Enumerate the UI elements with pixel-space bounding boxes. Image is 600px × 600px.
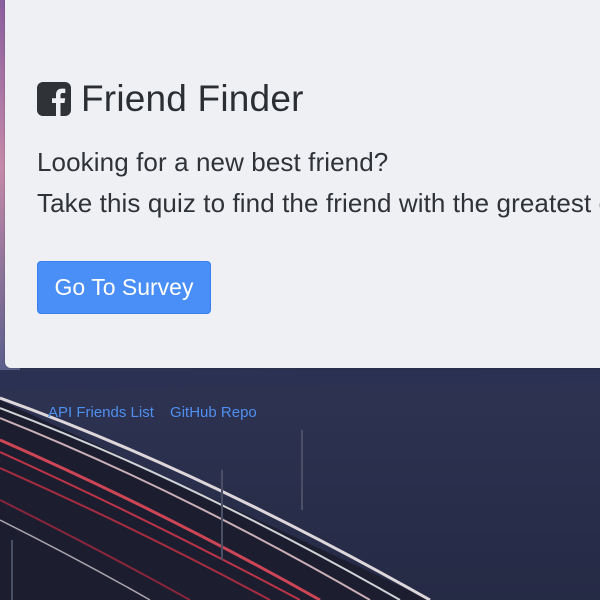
intro-description: Take this quiz to find the friend with t… <box>37 188 600 218</box>
brand-header: Friend Finder <box>37 78 304 120</box>
footer-links: API Friends List GitHub Repo <box>48 404 269 421</box>
go-to-survey-button[interactable]: Go To Survey <box>37 261 211 314</box>
page: Friend Finder Looking for a new best fri… <box>0 0 600 600</box>
api-friends-list-link[interactable]: API Friends List <box>48 404 154 421</box>
intro-question: Looking for a new best friend? <box>37 147 389 177</box>
page-title: Friend Finder <box>81 78 304 119</box>
jumbotron: Friend Finder Looking for a new best fri… <box>5 0 600 368</box>
github-repo-link[interactable]: GitHub Repo <box>170 404 257 421</box>
facebook-icon <box>37 82 71 116</box>
